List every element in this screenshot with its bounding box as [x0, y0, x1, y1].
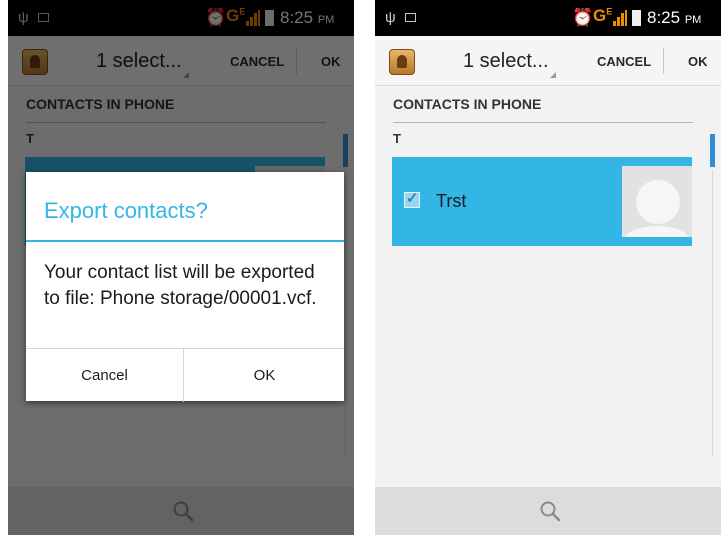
dialog-buttons: Cancel OK [26, 348, 344, 402]
phone-screen-export-dialog: ψ ⏰ GE 8:25 PM 1 select... CANCEL OK CON… [8, 0, 354, 535]
section-header: CONTACTS IN PHONE [393, 96, 542, 112]
avatar [622, 166, 692, 237]
dialog-ok-button[interactable]: OK [185, 349, 344, 402]
letter-header: T [393, 131, 401, 146]
dialog-message: Your contact list will be exported to fi… [44, 262, 317, 309]
check-icon: ✓ [406, 190, 419, 207]
divider [393, 122, 693, 123]
contact-checkbox[interactable]: ✓ [404, 190, 420, 208]
image-icon [405, 13, 416, 22]
alarm-icon: ⏰ [572, 8, 594, 27]
dropdown-caret-icon [550, 72, 556, 78]
dialog-cancel-button[interactable]: Cancel [26, 349, 184, 402]
contact-list-item[interactable]: ✓ Trst [392, 157, 692, 246]
battery-icon [632, 10, 641, 26]
network-type: GE [593, 6, 613, 25]
bottom-bar [375, 487, 721, 535]
dialog-divider [26, 240, 344, 242]
usb-icon: ψ [385, 9, 396, 26]
contact-name: Trst [436, 191, 467, 211]
scrollbar-track [712, 170, 713, 455]
scrollbar-thumb[interactable] [710, 134, 715, 167]
action-bar: 1 select... CANCEL OK [375, 36, 721, 86]
phone-screen-selection: ψ ⏰ GE 8:25 PM 1 select... CANCEL OK CON… [375, 0, 721, 535]
export-dialog: Export contacts? Your contact list will … [26, 172, 344, 402]
ok-button[interactable]: OK [688, 54, 708, 69]
dialog-title: Export contacts? [44, 198, 208, 223]
selection-dropdown[interactable]: 1 select... [463, 50, 549, 73]
clock: 8:25 PM [647, 8, 702, 27]
contacts-icon[interactable] [389, 49, 415, 75]
signal-icon [613, 10, 627, 26]
status-bar: ψ ⏰ GE 8:25 PM [375, 0, 721, 36]
search-icon[interactable] [538, 499, 562, 523]
divider [663, 48, 664, 74]
cancel-button[interactable]: CANCEL [597, 54, 651, 69]
